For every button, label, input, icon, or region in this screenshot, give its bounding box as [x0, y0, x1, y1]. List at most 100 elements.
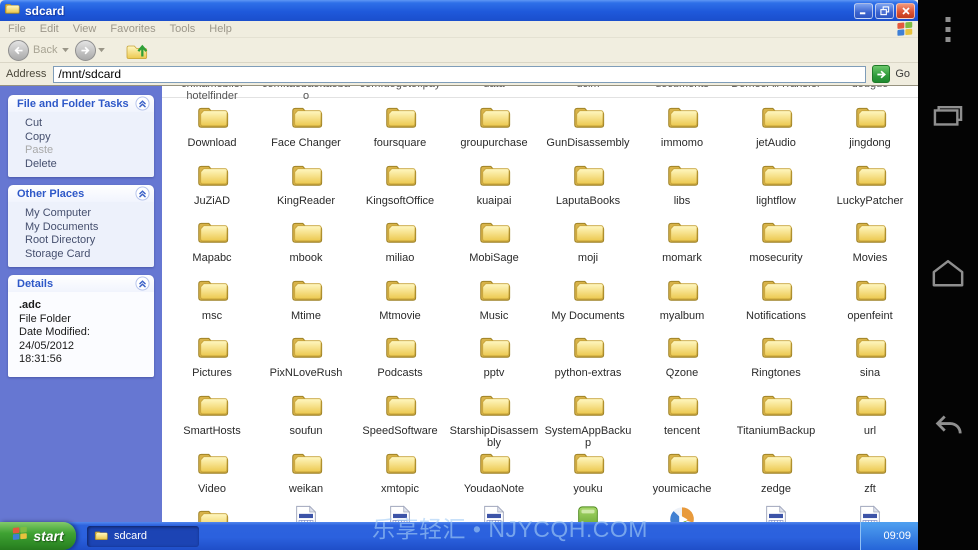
- sidebar-link-paste[interactable]: Paste: [25, 144, 150, 158]
- file-lightflow[interactable]: lightflow: [729, 160, 823, 208]
- file-zft[interactable]: zft: [823, 448, 917, 496]
- file-youku[interactable]: youku: [541, 448, 635, 496]
- restore-button[interactable]: [875, 3, 894, 19]
- file-weikan[interactable]: weikan: [259, 448, 353, 496]
- file-media-player[interactable]: [635, 505, 729, 522]
- file-miliao[interactable]: miliao: [353, 217, 447, 265]
- back-button[interactable]: [8, 40, 29, 61]
- collapse-chevron-icon[interactable]: [135, 186, 150, 201]
- file-python-extras[interactable]: python-extras: [541, 332, 635, 380]
- file-momark[interactable]: momark: [635, 217, 729, 265]
- forward-button[interactable]: [75, 40, 96, 61]
- file-moji[interactable]: moji: [541, 217, 635, 265]
- file-mtmovie[interactable]: Mtmovie: [353, 275, 447, 323]
- menu-item-view[interactable]: View: [73, 23, 97, 35]
- file-mobisage[interactable]: MobiSage: [447, 217, 541, 265]
- file-kingsoftoffice[interactable]: KingsoftOffice: [353, 160, 447, 208]
- file-kuaipai[interactable]: kuaipai: [447, 160, 541, 208]
- file-tencent[interactable]: tencent: [635, 390, 729, 449]
- file-download[interactable]: Download: [165, 102, 259, 150]
- file-ringtones[interactable]: Ringtones: [729, 332, 823, 380]
- file-mapabc[interactable]: Mapabc: [165, 217, 259, 265]
- file-titaniumbackup[interactable]: TitaniumBackup: [729, 390, 823, 449]
- file-openfeint[interactable]: openfeint: [823, 275, 917, 323]
- sidebar-link-my-computer[interactable]: My Computer: [25, 207, 150, 221]
- file-juziad[interactable]: JuZiAD: [165, 160, 259, 208]
- file-mbook[interactable]: mbook: [259, 217, 353, 265]
- menu-item-help[interactable]: Help: [209, 23, 232, 35]
- sidebar-link-root-directory[interactable]: Root Directory: [25, 234, 150, 248]
- file-music[interactable]: Music: [447, 275, 541, 323]
- file-luckypatcher[interactable]: LuckyPatcher: [823, 160, 917, 208]
- file-sina[interactable]: sina: [823, 332, 917, 380]
- taskbar-task-sdcard[interactable]: sdcard: [87, 526, 199, 547]
- back-button-label: Back: [33, 44, 57, 56]
- recent-apps-icon[interactable]: [918, 103, 978, 131]
- file-package[interactable]: [541, 505, 635, 522]
- file-folder[interactable]: [165, 505, 259, 522]
- file-groupurchase[interactable]: groupurchase: [447, 102, 541, 150]
- file-starshipdisassembly[interactable]: StarshipDisassembly: [447, 390, 541, 449]
- file-my-documents[interactable]: My Documents: [541, 275, 635, 323]
- file-jingdong[interactable]: jingdong: [823, 102, 917, 150]
- sidebar-link-storage-card[interactable]: Storage Card: [25, 248, 150, 262]
- file-document[interactable]: [729, 505, 823, 522]
- file-document[interactable]: [823, 505, 917, 522]
- file-myalbum[interactable]: myalbum: [635, 275, 729, 323]
- minimize-button[interactable]: [854, 3, 873, 19]
- file-youmicache[interactable]: youmicache: [635, 448, 729, 496]
- back-icon[interactable]: [918, 408, 978, 440]
- file-systemappbackup[interactable]: SystemAppBackup: [541, 390, 635, 449]
- folder-icon: [666, 102, 699, 130]
- menu-item-favorites[interactable]: Favorites: [110, 23, 155, 35]
- file-xmtopic[interactable]: xmtopic: [353, 448, 447, 496]
- file-libs[interactable]: libs: [635, 160, 729, 208]
- collapse-chevron-icon[interactable]: [135, 96, 150, 111]
- file-document[interactable]: [259, 505, 353, 522]
- file-pictures[interactable]: Pictures: [165, 332, 259, 380]
- file-face-changer[interactable]: Face Changer: [259, 102, 353, 150]
- sidebar-link-delete[interactable]: Delete: [25, 158, 150, 172]
- file-gundisassembly[interactable]: GunDisassembly: [541, 102, 635, 150]
- file-podcasts[interactable]: Podcasts: [353, 332, 447, 380]
- file-pptv[interactable]: pptv: [447, 332, 541, 380]
- menu-item-edit[interactable]: Edit: [40, 23, 59, 35]
- file-jetaudio[interactable]: jetAudio: [729, 102, 823, 150]
- file-msc[interactable]: msc: [165, 275, 259, 323]
- folder-icon: [854, 332, 887, 360]
- up-folder-button[interactable]: [125, 40, 149, 61]
- file-video[interactable]: Video: [165, 448, 259, 496]
- file-smarthosts[interactable]: SmartHosts: [165, 390, 259, 449]
- file-pixnloverush[interactable]: PixNLoveRush: [259, 332, 353, 380]
- file-kingreader[interactable]: KingReader: [259, 160, 353, 208]
- close-button[interactable]: [896, 3, 915, 19]
- sidebar-link-cut[interactable]: Cut: [25, 117, 150, 131]
- file-youdaonote[interactable]: YoudaoNote: [447, 448, 541, 496]
- file-zedge[interactable]: zedge: [729, 448, 823, 496]
- start-button[interactable]: start: [0, 522, 76, 550]
- file-url[interactable]: url: [823, 390, 917, 449]
- file-speedsoftware[interactable]: SpeedSoftware: [353, 390, 447, 449]
- file-mosecurity[interactable]: mosecurity: [729, 217, 823, 265]
- address-input[interactable]: [53, 66, 866, 83]
- file-laputabooks[interactable]: LaputaBooks: [541, 160, 635, 208]
- go-button[interactable]: [872, 65, 890, 83]
- file-immomo[interactable]: immomo: [635, 102, 729, 150]
- sidebar-link-copy[interactable]: Copy: [25, 131, 150, 145]
- file-document[interactable]: [353, 505, 447, 522]
- file-mtime[interactable]: Mtime: [259, 275, 353, 323]
- file-document[interactable]: [447, 505, 541, 522]
- file-foursquare[interactable]: foursquare: [353, 102, 447, 150]
- menu-dots-icon[interactable]: [918, 17, 978, 43]
- menu-item-tools[interactable]: Tools: [170, 23, 196, 35]
- file-movies[interactable]: Movies: [823, 217, 917, 265]
- file-soufun[interactable]: soufun: [259, 390, 353, 449]
- file-qzone[interactable]: Qzone: [635, 332, 729, 380]
- back-dropdown-icon[interactable]: [62, 48, 69, 53]
- sidebar-link-my-documents[interactable]: My Documents: [25, 221, 150, 235]
- home-icon[interactable]: [918, 256, 978, 290]
- forward-dropdown-icon[interactable]: [98, 48, 105, 53]
- menu-item-file[interactable]: File: [8, 23, 26, 35]
- collapse-chevron-icon[interactable]: [135, 276, 150, 291]
- file-notifications[interactable]: Notifications: [729, 275, 823, 323]
